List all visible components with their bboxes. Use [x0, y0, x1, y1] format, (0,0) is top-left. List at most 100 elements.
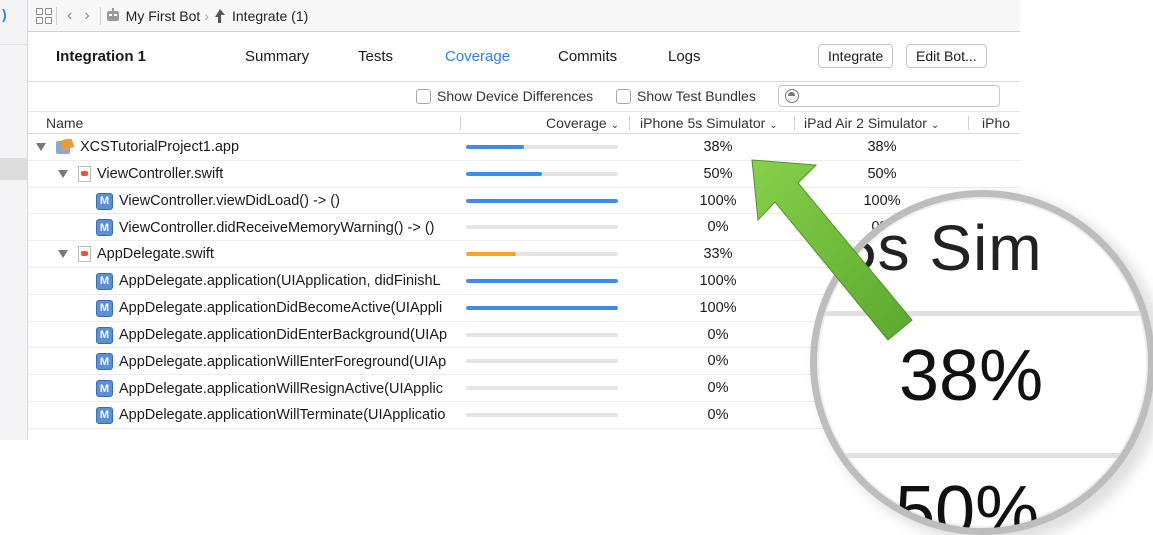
tab-commits[interactable]: Commits — [558, 48, 617, 65]
swift-file-icon — [78, 165, 91, 182]
coverage-bar — [466, 198, 618, 203]
sidebar-selected-row[interactable] — [0, 158, 28, 180]
coverage-bar — [466, 225, 618, 230]
integration-tab-bar: Integration 1 Summary Tests Coverage Com… — [28, 32, 1020, 82]
coverage-bar-fill — [466, 145, 524, 149]
row-name: ViewController.swift — [97, 165, 224, 182]
magnifier-callout: 5s Sim 38% 50% — [810, 190, 1153, 535]
checkbox-label: Show Device Differences — [437, 88, 594, 104]
column-coverage[interactable]: Coverage ⌄ — [546, 115, 619, 131]
disclosure-triangle-icon[interactable] — [58, 250, 68, 259]
coverage-bar — [466, 332, 618, 337]
filter-search-field[interactable] — [778, 85, 1000, 107]
edit-bot-button[interactable]: Edit Bot... — [906, 44, 987, 68]
row-name: AppDelegate.applicationWillEnterForegrou… — [119, 353, 447, 370]
method-icon: M — [96, 192, 113, 210]
coverage-bar-fill — [466, 171, 542, 176]
table-row[interactable]: ViewController.swift 50% 50% — [28, 161, 1020, 188]
row-name: ViewController.didReceiveMemoryWarning()… — [119, 219, 435, 236]
row-name-cell: M AppDelegate.applicationWillTerminate(U… — [96, 406, 466, 424]
column-divider — [460, 116, 461, 130]
iphone-coverage-percent: 0% — [707, 380, 729, 397]
method-icon: M — [96, 272, 113, 290]
tab-tests[interactable]: Tests — [358, 48, 393, 65]
disclosure-triangle-icon[interactable] — [36, 143, 46, 151]
column-label: iPhone 5s Simulator — [640, 115, 766, 131]
coverage-bar-fill — [466, 278, 618, 283]
tab-summary[interactable]: Summary — [245, 48, 309, 65]
swift-file-icon — [78, 246, 91, 263]
row-name: AppDelegate.applicationDidEnterBackgroun… — [119, 327, 448, 344]
coverage-bar — [466, 359, 618, 364]
sort-chevron-icon: ⌄ — [610, 120, 619, 131]
row-name: AppDelegate.applicationWillResignActive(… — [119, 380, 443, 397]
checkbox-box[interactable] — [416, 88, 431, 104]
chevron-down-icon: ⌄ — [769, 120, 778, 131]
disclosure-triangle-icon[interactable] — [58, 169, 68, 178]
method-icon: M — [96, 299, 113, 317]
method-icon: M — [96, 326, 113, 344]
iphone-coverage-percent: 100% — [699, 192, 737, 209]
column-ipad-air-2-simulator[interactable]: iPad Air 2 Simulator ⌄ — [804, 115, 939, 131]
iphone-coverage-percent: 100% — [699, 272, 737, 289]
integrate-button[interactable]: Integrate — [818, 44, 894, 68]
breadcrumb-integration[interactable]: Integrate (1) — [213, 8, 308, 24]
forward-chevron-icon[interactable]: › — [78, 7, 95, 25]
magnified-row-divider — [817, 453, 1148, 458]
show-device-differences-checkbox[interactable]: Show Device Differences — [416, 88, 593, 104]
column-label: Coverage — [546, 115, 607, 131]
integration-icon — [215, 8, 225, 23]
column-iphone-simulator[interactable]: iPho — [982, 115, 1010, 131]
method-icon: M — [96, 406, 113, 424]
breadcrumb-label: Integrate (1) — [232, 7, 309, 24]
jump-bar-separator — [99, 6, 101, 25]
chevron-down-icon: ⌄ — [930, 120, 940, 131]
related-items-grid-icon[interactable] — [36, 7, 52, 24]
iphone-coverage-percent: 0% — [707, 219, 729, 236]
integration-title: Integration 1 — [56, 48, 147, 65]
checkbox-box[interactable] — [616, 88, 631, 104]
coverage-bar-fill — [466, 198, 618, 203]
back-chevron-icon[interactable]: ‹ — [61, 7, 78, 25]
column-divider — [794, 116, 795, 130]
ipad-coverage-percent: 100% — [863, 192, 901, 209]
row-name: XCSTutorialProject1.app — [80, 139, 240, 155]
navigator-badge-icon[interactable]: ) — [2, 6, 14, 22]
column-name[interactable]: Name — [46, 115, 83, 131]
row-name-cell: M AppDelegate.applicationWillEnterForegr… — [96, 353, 466, 371]
bot-icon — [106, 7, 119, 21]
filter-icon — [785, 89, 799, 103]
column-divider — [968, 116, 969, 130]
row-name-cell: AppDelegate.swift — [58, 246, 214, 263]
jump-bar: ‹ › My First Bot › Integrate (1) — [28, 0, 1020, 32]
coverage-bar — [466, 386, 618, 391]
iphone-coverage-percent: 0% — [707, 406, 729, 423]
magnified-row-divider — [817, 311, 1148, 316]
iphone-coverage-percent: 0% — [707, 353, 729, 370]
ipad-coverage-percent: 50% — [867, 165, 897, 182]
row-name-cell: ViewController.swift — [58, 165, 224, 182]
row-name: ViewController.viewDidLoad() -> () — [119, 193, 340, 210]
row-name-cell: M AppDelegate.applicationWillResignActiv… — [96, 380, 466, 398]
row-name-cell: M ViewController.viewDidLoad() -> () — [96, 192, 340, 210]
column-divider — [629, 116, 630, 130]
coverage-bar — [466, 412, 618, 417]
column-iphone-5s-simulator[interactable]: iPhone 5s Simulator ⌄ — [640, 115, 778, 131]
row-name-cell: M AppDelegate.application(UIApplication,… — [96, 272, 466, 290]
breadcrumb-bot[interactable]: My First Bot — [105, 7, 200, 24]
coverage-bar-fill — [466, 305, 618, 310]
table-row[interactable]: XCSTutorialProject1.app 38% 38% — [28, 134, 1020, 161]
method-icon: M — [96, 353, 113, 371]
show-test-bundles-checkbox[interactable]: Show Test Bundles — [616, 88, 756, 104]
iphone-coverage-percent: 0% — [707, 326, 729, 343]
tab-coverage[interactable]: Coverage — [445, 48, 510, 65]
magnified-column-header: 5s Sim — [841, 212, 1043, 284]
row-name-cell: M AppDelegate.applicationDidEnterBackgro… — [96, 326, 466, 344]
coverage-bar — [466, 278, 618, 283]
app-icon — [56, 139, 74, 155]
iphone-coverage-percent: 100% — [699, 299, 737, 316]
tab-logs[interactable]: Logs — [668, 48, 701, 65]
coverage-bar — [466, 305, 618, 310]
navigator-sidebar: ) — [0, 0, 28, 440]
row-name: AppDelegate.application(UIApplication, d… — [119, 273, 441, 290]
